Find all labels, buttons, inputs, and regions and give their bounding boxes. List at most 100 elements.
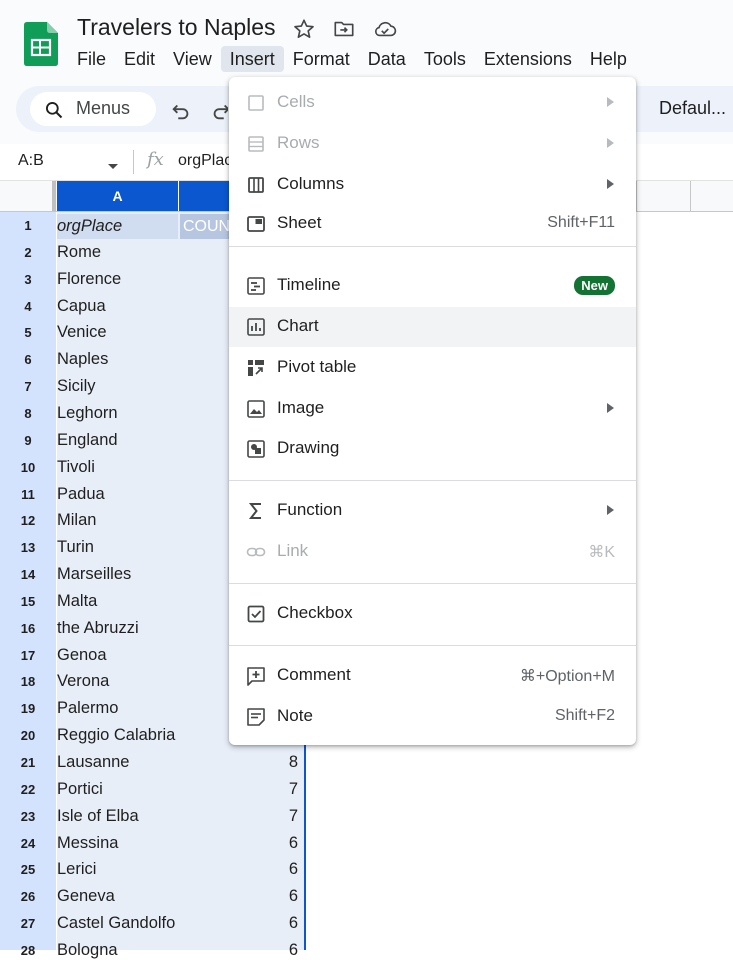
cell-place[interactable]: Isle of Elba xyxy=(57,807,139,826)
cloud-status-icon[interactable] xyxy=(373,18,397,40)
cell-place[interactable]: Messina xyxy=(57,834,118,853)
row-header[interactable]: 19 xyxy=(0,701,56,716)
row-header[interactable]: 18 xyxy=(0,674,56,689)
redo-icon[interactable] xyxy=(210,100,228,122)
row-header[interactable]: 20 xyxy=(0,728,56,743)
row-header[interactable]: 26 xyxy=(0,889,56,904)
row-header[interactable]: 23 xyxy=(0,809,56,824)
row-header[interactable]: 28 xyxy=(0,943,56,958)
menu-tools[interactable]: Tools xyxy=(415,46,475,72)
name-box-dropdown-icon[interactable] xyxy=(107,158,119,176)
insert-menu-item-comment[interactable]: Comment ⌘+Option+M xyxy=(229,656,636,696)
column-header[interactable] xyxy=(690,181,733,211)
menu-extensions[interactable]: Extensions xyxy=(475,46,581,72)
insert-menu-item-timeline[interactable]: Timeline New xyxy=(229,266,636,306)
insert-menu-item-pivot-table[interactable]: Pivot table xyxy=(229,348,636,388)
row-header[interactable]: 24 xyxy=(0,836,56,851)
cell-place[interactable]: Bologna xyxy=(57,941,118,960)
cell-place[interactable]: Venice xyxy=(57,323,107,342)
font-family-dropdown[interactable]: Defaul... xyxy=(659,98,726,119)
row-header[interactable]: 17 xyxy=(0,648,56,663)
cell-place[interactable]: Turin xyxy=(57,538,94,557)
row-header[interactable]: 4 xyxy=(0,299,56,314)
document-title[interactable]: Travelers to Naples xyxy=(77,14,276,41)
cell-count[interactable]: 6 xyxy=(289,887,298,906)
menu-format[interactable]: Format xyxy=(284,46,359,72)
cell-place[interactable]: Padua xyxy=(57,485,105,504)
column-header[interactable] xyxy=(636,181,691,211)
cell-place[interactable]: Genoa xyxy=(57,646,107,665)
row-header[interactable]: 22 xyxy=(0,782,56,797)
insert-menu-item-drawing[interactable]: Drawing xyxy=(229,429,636,469)
cell-place[interactable]: Tivoli xyxy=(57,458,95,477)
row-header[interactable]: 11 xyxy=(0,487,56,502)
undo-icon[interactable] xyxy=(170,100,192,122)
select-all-corner[interactable] xyxy=(0,181,56,211)
row-header[interactable]: 1 xyxy=(0,218,56,233)
cell-place[interactable]: Sicily xyxy=(57,377,96,396)
cell-count[interactable]: 6 xyxy=(289,941,298,960)
row-header[interactable]: 27 xyxy=(0,916,56,931)
cell-place[interactable]: Marseilles xyxy=(57,565,131,584)
insert-menu-item-function[interactable]: Function xyxy=(229,491,636,531)
row-header[interactable]: 3 xyxy=(0,272,56,287)
menu-help[interactable]: Help xyxy=(581,46,636,72)
cell-place[interactable]: the Abruzzi xyxy=(57,619,139,638)
move-folder-icon[interactable] xyxy=(333,18,355,40)
insert-menu-item-chart[interactable]: Chart xyxy=(229,307,636,347)
cell-place[interactable]: Verona xyxy=(57,672,109,691)
menu-view[interactable]: View xyxy=(164,46,221,72)
cell-place[interactable]: Florence xyxy=(57,270,121,289)
cell-place[interactable]: Milan xyxy=(57,511,96,530)
row-header[interactable]: 13 xyxy=(0,540,56,555)
row-header[interactable]: 25 xyxy=(0,862,56,877)
star-icon[interactable] xyxy=(293,18,315,40)
row-header[interactable]: 14 xyxy=(0,567,56,582)
cell-count[interactable]: 8 xyxy=(289,753,298,772)
row-header[interactable]: 7 xyxy=(0,379,56,394)
cell-place[interactable]: Geneva xyxy=(57,887,115,906)
cell-place[interactable]: Reggio Calabria xyxy=(57,726,175,745)
cell-place[interactable]: Naples xyxy=(57,350,108,369)
menu-data[interactable]: Data xyxy=(359,46,415,72)
cell-place[interactable]: England xyxy=(57,431,118,450)
name-box[interactable]: A:B xyxy=(18,152,44,170)
row-header[interactable]: 21 xyxy=(0,755,56,770)
insert-menu-item-checkbox[interactable]: Checkbox xyxy=(229,594,636,634)
row-header[interactable]: 9 xyxy=(0,433,56,448)
row-header[interactable]: 16 xyxy=(0,621,56,636)
insert-menu-item-note[interactable]: Note Shift+F2 xyxy=(229,697,636,737)
column-header-a[interactable]: A xyxy=(57,181,178,211)
cell-place[interactable]: Malta xyxy=(57,592,97,611)
cell-count[interactable]: 7 xyxy=(289,807,298,826)
row-header[interactable]: 8 xyxy=(0,406,56,421)
row-header[interactable]: 15 xyxy=(0,594,56,609)
cell-place[interactable]: Lausanne xyxy=(57,753,130,772)
insert-menu-item-columns[interactable]: Columns xyxy=(229,165,636,205)
cell-count[interactable]: 6 xyxy=(289,860,298,879)
menu-insert[interactable]: Insert xyxy=(220,46,284,72)
menu-file[interactable]: File xyxy=(68,46,115,72)
row-header[interactable]: 5 xyxy=(0,325,56,340)
menu-edit[interactable]: Edit xyxy=(115,46,164,72)
insert-menu-item-image[interactable]: Image xyxy=(229,389,636,429)
cell-place[interactable]: Lerici xyxy=(57,860,96,879)
cell-place[interactable]: Leghorn xyxy=(57,404,118,423)
sheets-logo-icon[interactable] xyxy=(24,22,58,66)
column-a-cells[interactable]: orgPlace Rome Florence Capua Venice Naples Sic… xyxy=(57,212,178,959)
formula-input[interactable]: orgPlac xyxy=(178,152,232,170)
cell-place[interactable]: Rome xyxy=(57,243,101,262)
cell-count[interactable]: 6 xyxy=(289,834,298,853)
cell-place[interactable]: orgPlace xyxy=(57,214,178,239)
row-header[interactable]: 10 xyxy=(0,460,56,475)
cell-place[interactable]: Palermo xyxy=(57,699,118,718)
menus-search-button[interactable]: Menus xyxy=(30,92,156,126)
cell-place[interactable]: Capua xyxy=(57,297,106,316)
row-header[interactable]: 12 xyxy=(0,513,56,528)
row-header[interactable]: 2 xyxy=(0,245,56,260)
insert-menu-item-sheet[interactable]: Sheet Shift+F11 xyxy=(229,204,636,244)
cell-count[interactable]: 7 xyxy=(289,780,298,799)
cell-place[interactable]: Castel Gandolfo xyxy=(57,914,175,933)
cell-place[interactable]: Portici xyxy=(57,780,103,799)
cell-count[interactable]: 6 xyxy=(289,914,298,933)
